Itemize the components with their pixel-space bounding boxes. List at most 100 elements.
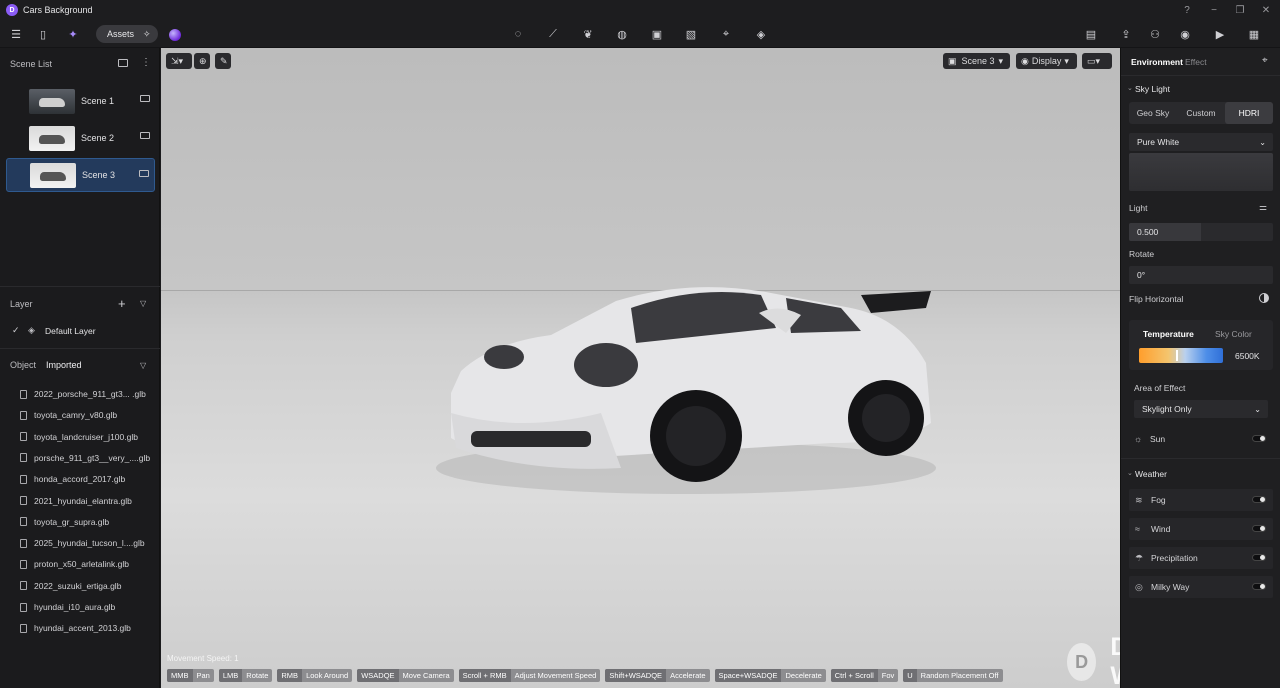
orb-icon[interactable] <box>169 29 181 41</box>
object-list-item[interactable]: hyundai_accent_2013.glb <box>20 623 131 633</box>
sky-mode-hdri[interactable]: HDRI <box>1225 102 1273 124</box>
object-list-item[interactable]: 2021_hyundai_elantra.glb <box>20 496 132 506</box>
rotate-field[interactable]: 0° <box>1129 266 1273 284</box>
shortcut-key: WSADQE <box>357 669 399 682</box>
shortcut-hint: Ctrl + Scroll Fov <box>830 669 899 682</box>
shortcut-key: LMB <box>218 669 243 682</box>
scene-item-3[interactable]: Scene 3 <box>6 158 155 192</box>
object-list-item[interactable]: toyota_gr_supra.glb <box>20 517 109 527</box>
light-slider[interactable]: 0.500 <box>1129 223 1273 241</box>
transform-tool-button[interactable]: ⇲▾ <box>166 53 192 69</box>
sky-mode-custom[interactable]: Custom <box>1177 102 1225 124</box>
scene-selector[interactable]: ▣ Scene 3 ▾ <box>943 53 1010 69</box>
view-options-button[interactable]: ▭▾ <box>1082 53 1112 69</box>
ai-icon[interactable]: ✦ <box>65 26 81 42</box>
collapse-icon[interactable]: ⌄ <box>1127 469 1133 477</box>
shortcut-action: Move Camera <box>402 671 450 680</box>
object-list-item[interactable]: honda_accord_2017.glb <box>20 474 125 484</box>
temperature-value[interactable]: 6500K <box>1235 351 1260 361</box>
render-icon[interactable]: ▤ <box>1083 26 1099 42</box>
scene-item-1[interactable]: Scene 1 <box>6 84 155 118</box>
object-tool-icon[interactable]: ▣ <box>649 26 665 42</box>
object-list-item[interactable]: toyota_camry_v80.glb <box>20 410 117 420</box>
collapse-icon[interactable]: ⌄ <box>1127 84 1133 92</box>
file-icon <box>20 496 27 505</box>
globe-icon[interactable]: ⊕ <box>194 53 210 69</box>
scene-label: Scene 1 <box>81 96 115 106</box>
hdri-preview[interactable] <box>1129 153 1273 191</box>
path-tool-icon[interactable]: ⟋ <box>545 26 561 42</box>
share-icon[interactable]: ⚇ <box>1147 26 1163 42</box>
file-icon <box>20 474 27 484</box>
help-icon[interactable]: ? <box>1180 3 1194 17</box>
more-icon[interactable]: ⋮ <box>141 57 151 68</box>
object-list-item[interactable]: 2025_hyundai_tucson_l....glb <box>20 538 145 548</box>
file-icon[interactable]: ▯ <box>35 26 51 42</box>
area-of-effect-select[interactable]: Skylight Only ⌄ <box>1134 400 1268 418</box>
milky-way-toggle[interactable] <box>1252 583 1266 590</box>
menu-icon[interactable]: ☰ <box>8 26 24 42</box>
select-tool-icon[interactable]: ⌖ <box>718 26 734 42</box>
tab-effect[interactable]: Effect <box>1185 57 1207 67</box>
default-layer-label[interactable]: Default Layer <box>45 326 96 336</box>
imported-tab[interactable]: Imported <box>46 360 82 370</box>
check-icon[interactable]: ✓ <box>12 325 20 336</box>
window-title: Cars Background <box>23 5 93 15</box>
adjust-icon[interactable]: ⚌ <box>1259 202 1267 213</box>
texture-icon[interactable]: ▧ <box>683 26 699 42</box>
light-bulb-icon[interactable]: ◌ <box>510 26 526 42</box>
filter-icon[interactable]: ▽ <box>140 299 146 308</box>
temperature-handle[interactable] <box>1176 350 1178 361</box>
flip-toggle-icon[interactable] <box>1259 293 1269 303</box>
file-icon <box>20 453 27 463</box>
filter-icon[interactable]: ▽ <box>140 361 146 370</box>
scene-item-2[interactable]: Scene 2 <box>6 121 155 155</box>
object-label: hyundai_i10_aura.glb <box>34 602 116 612</box>
camera-icon[interactable] <box>140 132 150 139</box>
object-list-item[interactable]: 2022_porsche_911_gt3... .glb <box>20 389 146 399</box>
car-model[interactable] <box>431 273 941 498</box>
camera-icon[interactable] <box>140 95 150 102</box>
file-icon <box>20 538 27 548</box>
pin-icon[interactable]: ⌖ <box>1262 55 1268 66</box>
tab-temperature[interactable]: Temperature <box>1143 329 1194 339</box>
add-scene-icon[interactable] <box>118 59 128 67</box>
leaf-icon[interactable]: ❦ <box>580 26 596 42</box>
wind-toggle[interactable] <box>1252 525 1266 532</box>
video-icon[interactable]: ▶ <box>1212 26 1228 42</box>
export-icon[interactable]: ⇪ <box>1118 26 1134 42</box>
close-button[interactable]: ✕ <box>1259 3 1273 17</box>
area-of-effect-label: Area of Effect <box>1134 383 1186 393</box>
pen-icon[interactable]: ✎ <box>215 53 231 69</box>
water-drop-icon[interactable]: ◍ <box>614 26 630 42</box>
temperature-slider[interactable] <box>1139 348 1223 363</box>
tab-sky-color[interactable]: Sky Color <box>1215 329 1252 339</box>
sun-toggle[interactable] <box>1252 435 1266 442</box>
object-list-item[interactable]: 2022_suzuki_ertiga.glb <box>20 581 121 591</box>
object-list-item[interactable]: toyota_landcruiser_j100.glb <box>20 432 138 442</box>
layer-icon: ◈ <box>28 325 35 335</box>
3d-viewport[interactable]: ⇲▾ ⊕ ✎ ▣ Scene 3 ▾ ◉ Display ▾ ▭▾ Moveme… <box>161 48 1120 688</box>
restore-button[interactable]: ❐ <box>1233 3 1247 17</box>
wind-label: Wind <box>1151 524 1171 534</box>
sky-mode-geo[interactable]: Geo Sky <box>1129 102 1177 124</box>
minimize-button[interactable]: − <box>1207 3 1221 17</box>
gallery-icon[interactable]: ▦ <box>1246 26 1262 42</box>
sun-icon: ☼ <box>1134 434 1143 444</box>
object-list-item[interactable]: proton_x50_arletalink.glb <box>20 559 129 569</box>
layers-icon[interactable]: ◈ <box>753 26 769 42</box>
object-list-item[interactable]: porsche_911_gt3__very_....glb <box>20 453 150 463</box>
precipitation-toggle[interactable] <box>1252 554 1266 561</box>
camera-icon[interactable] <box>139 170 149 177</box>
shortcut-key: Shift+WSADQE <box>605 669 667 682</box>
assets-button[interactable]: Assets ✧ <box>96 25 158 43</box>
tab-environment[interactable]: Environment <box>1131 57 1183 67</box>
fog-toggle[interactable] <box>1252 496 1266 503</box>
display-button[interactable]: ◉ Display ▾ <box>1016 53 1077 69</box>
object-label: toyota_gr_supra.glb <box>34 516 110 527</box>
camera-icon[interactable]: ◉ <box>1177 26 1193 42</box>
add-layer-icon[interactable]: + <box>118 296 126 311</box>
hdri-preset-select[interactable]: Pure White ⌄ <box>1129 133 1273 151</box>
object-list-item[interactable]: hyundai_i10_aura.glb <box>20 602 115 612</box>
shortcut-hint: Shift+WSADQE Accelerate <box>605 669 710 682</box>
